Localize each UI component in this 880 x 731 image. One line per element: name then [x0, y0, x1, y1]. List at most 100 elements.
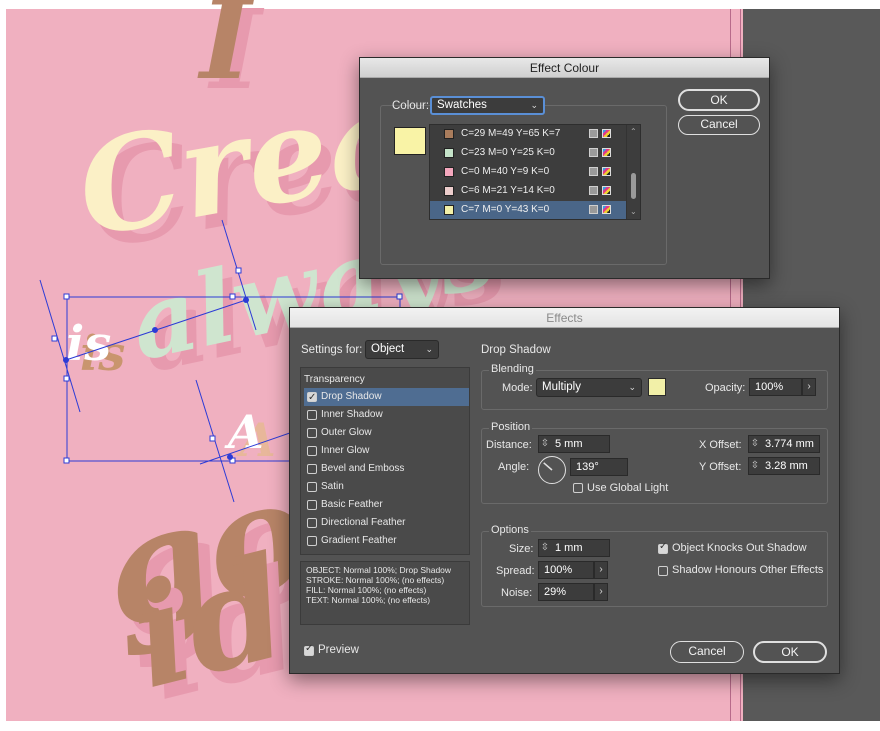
y-offset-stepper-icon[interactable]: ⇳ — [749, 457, 761, 475]
ok-button[interactable]: OK — [678, 89, 760, 111]
swatch-chip — [444, 205, 454, 215]
opacity-label: Opacity: — [705, 382, 746, 394]
knocks-out-checkbox[interactable] — [658, 541, 668, 554]
swatch-list[interactable]: C=29 M=49 Y=65 K=7 C=23 M=0 Y=25 K=0 C=0… — [429, 124, 641, 220]
effect-inner-shadow[interactable]: Inner Shadow — [304, 406, 469, 424]
colour-source-select[interactable]: Swatches ⌄ — [430, 96, 545, 115]
swatch-chip — [444, 129, 454, 139]
outer-glow-checkbox[interactable] — [307, 428, 317, 438]
summary-line: TEXT: Normal 100%; (no effects) — [306, 595, 431, 605]
directional-feather-checkbox[interactable] — [307, 518, 317, 528]
selected-colour-preview — [394, 127, 426, 155]
no-edit-icon — [589, 148, 598, 157]
swatch-scrollbar[interactable]: ⌃ ⌄ — [626, 125, 640, 219]
inner-shadow-checkbox[interactable] — [307, 410, 317, 420]
scroll-down-icon[interactable]: ⌄ — [630, 207, 637, 216]
angle-dial-needle — [543, 462, 553, 471]
chevron-down-icon: ⌄ — [530, 100, 538, 110]
noise-label: Noise: — [501, 587, 533, 599]
angle-dial[interactable] — [538, 456, 566, 484]
effects-title[interactable]: Effects — [290, 308, 839, 328]
summary-line: STROKE: Normal 100%; (no effects) — [306, 575, 445, 585]
no-edit-icon — [589, 205, 598, 214]
swatch-row[interactable]: C=23 M=0 Y=25 K=0 — [430, 144, 626, 162]
distance-stepper-icon[interactable]: ⇳ — [539, 435, 551, 453]
opacity-arrow[interactable]: › — [802, 378, 816, 396]
basic-feather-checkbox[interactable] — [307, 500, 317, 510]
swatch-label: C=0 M=40 Y=9 K=0 — [461, 166, 550, 177]
preview-checkbox[interactable] — [304, 643, 314, 656]
effect-label: Inner Glow — [321, 445, 370, 456]
effect-basic-feather[interactable]: Basic Feather — [304, 496, 469, 514]
distance-label: Distance: — [486, 439, 532, 451]
effects-dialog: Effects Settings for: Object ⌄ Drop Shad… — [289, 307, 840, 674]
effects-summary: OBJECT: Normal 100%; Drop Shadow STROKE:… — [300, 561, 470, 625]
drop-shadow-checkbox[interactable] — [307, 389, 317, 407]
effect-colour-title[interactable]: Effect Colour — [360, 58, 769, 78]
effect-label: Drop Shadow — [321, 391, 382, 402]
size-stepper-icon[interactable]: ⇳ — [539, 539, 551, 557]
effect-label: Satin — [321, 481, 344, 492]
transparency-item[interactable]: Transparency — [304, 371, 469, 389]
bevel-emboss-checkbox[interactable] — [307, 464, 317, 474]
effect-outer-glow[interactable]: Outer Glow — [304, 424, 469, 442]
cmyk-process-icon — [602, 167, 611, 176]
effect-gradient-feather[interactable]: Gradient Feather — [304, 532, 469, 550]
spread-arrow[interactable]: › — [594, 561, 608, 579]
swatch-row[interactable]: C=29 M=49 Y=65 K=7 — [430, 125, 626, 143]
angle-field[interactable]: 139° — [570, 458, 628, 476]
section-title: Drop Shadow — [481, 344, 551, 356]
cmyk-process-icon — [602, 205, 611, 214]
summary-line: FILL: Normal 100%; (no effects) — [306, 585, 427, 595]
effect-colour-dialog: Effect Colour Colour: Swatches ⌄ C=29 M=… — [359, 57, 770, 279]
inner-glow-checkbox[interactable] — [307, 446, 317, 456]
y-offset-label: Y Offset: — [699, 461, 742, 473]
shadow-colour-swatch[interactable] — [648, 378, 666, 396]
knocks-out-label: Object Knocks Out Shadow — [672, 542, 807, 554]
effect-satin[interactable]: Satin — [304, 478, 469, 496]
swatch-row[interactable]: C=0 M=40 Y=9 K=0 — [430, 163, 626, 181]
effect-bevel-emboss[interactable]: Bevel and Emboss — [304, 460, 469, 478]
no-edit-icon — [589, 129, 598, 138]
effect-inner-glow[interactable]: Inner Glow — [304, 442, 469, 460]
gradient-feather-checkbox[interactable] — [307, 536, 317, 546]
swatch-row-selected[interactable]: C=7 M=0 Y=43 K=0 — [430, 201, 626, 219]
settings-for-select[interactable]: Object ⌄ — [365, 340, 439, 359]
blend-mode-select[interactable]: Multiply ⌄ — [536, 378, 642, 397]
honours-effects-label: Shadow Honours Other Effects — [672, 564, 824, 576]
scroll-thumb[interactable] — [631, 173, 636, 199]
blending-title: Blending — [489, 363, 536, 375]
swatch-label: C=29 M=49 Y=65 K=7 — [461, 128, 561, 139]
effects-list: Transparency Drop Shadow Inner Shadow Ou… — [300, 367, 470, 555]
noise-arrow[interactable]: › — [594, 583, 608, 601]
effect-directional-feather[interactable]: Directional Feather — [304, 514, 469, 532]
use-global-light-label: Use Global Light — [587, 482, 669, 494]
chevron-down-icon: ⌄ — [628, 382, 636, 392]
spread-field[interactable]: 100% — [538, 561, 594, 579]
effect-drop-shadow[interactable]: Drop Shadow — [304, 388, 469, 407]
effects-ok-button[interactable]: OK — [753, 641, 827, 663]
cancel-button[interactable]: Cancel — [678, 115, 760, 135]
swatch-row[interactable]: C=6 M=21 Y=14 K=0 — [430, 182, 626, 200]
swatch-chip — [444, 167, 454, 177]
effect-label: Inner Shadow — [321, 409, 383, 420]
position-title: Position — [489, 421, 533, 433]
opacity-field[interactable]: 100% — [749, 378, 802, 396]
x-offset-stepper-icon[interactable]: ⇳ — [749, 435, 761, 453]
preview-label: Preview — [318, 644, 359, 656]
summary-line: OBJECT: Normal 100%; Drop Shadow — [306, 565, 452, 575]
satin-checkbox[interactable] — [307, 482, 317, 492]
honours-effects-checkbox[interactable] — [658, 566, 668, 576]
noise-field[interactable]: 29% — [538, 583, 594, 601]
effect-label: Directional Feather — [321, 517, 406, 528]
scroll-up-icon[interactable]: ⌃ — [630, 127, 637, 136]
settings-for-value: Object — [371, 343, 405, 355]
no-edit-icon — [589, 167, 598, 176]
effects-cancel-button[interactable]: Cancel — [670, 641, 744, 663]
mode-label: Mode: — [502, 382, 533, 394]
options-title: Options — [489, 524, 531, 536]
blend-mode-value: Multiply — [542, 381, 581, 393]
art-word-is: is — [66, 316, 111, 372]
use-global-light-checkbox[interactable] — [573, 483, 583, 493]
swatch-label: C=7 M=0 Y=43 K=0 — [461, 204, 550, 215]
